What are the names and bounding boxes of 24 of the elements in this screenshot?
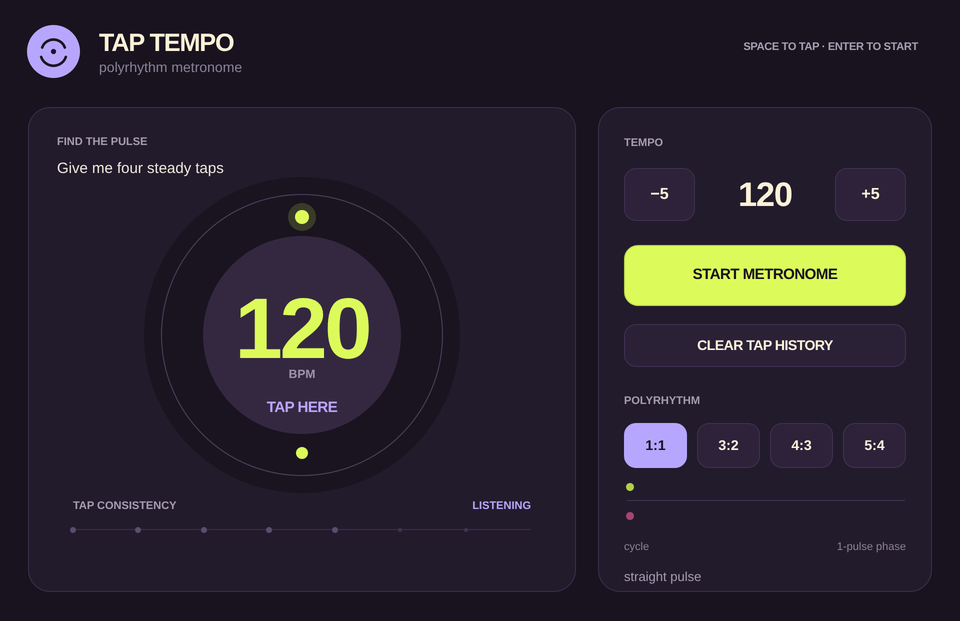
tap-prompt: Give me four steady taps <box>57 159 224 179</box>
logo-icon <box>27 25 80 78</box>
section-label: FIND THE PULSE <box>57 135 148 149</box>
axis-label: 1-pulse phase <box>836 540 906 554</box>
app-title: TAP TEMPO <box>99 28 235 58</box>
ratio-option[interactable]: 1:1 <box>624 423 687 468</box>
app-subtitle: polyrhythm metronome <box>99 58 242 76</box>
clear-history-button[interactable]: CLEAR TAP HISTORY <box>624 324 906 367</box>
consistency-label: TAP CONSISTENCY <box>73 499 176 513</box>
section-label: POLYRHYTHM <box>624 394 700 408</box>
listening-status: LISTENING <box>472 499 531 513</box>
ratio-option[interactable]: 5:4 <box>843 423 906 468</box>
tap-here-label: TAP HERE <box>266 398 338 418</box>
decrease-tempo-button[interactable]: −5 <box>624 168 695 221</box>
ratio-option[interactable]: 3:2 <box>697 423 760 468</box>
keyboard-shortcuts-hint: SPACE TO TAP · ENTER TO START <box>743 40 918 55</box>
ratio-option[interactable]: 4:3 <box>770 423 833 468</box>
start-metronome-button[interactable]: START METRONOME <box>624 245 906 306</box>
section-label: TEMPO <box>624 136 664 150</box>
tempo-value: 120 <box>738 174 792 214</box>
increase-tempo-button[interactable]: +5 <box>834 168 906 221</box>
rhythm-description: straight pulse <box>624 569 702 585</box>
bpm-unit-label: BPM <box>288 366 316 382</box>
axis-label: cycle <box>624 540 650 554</box>
